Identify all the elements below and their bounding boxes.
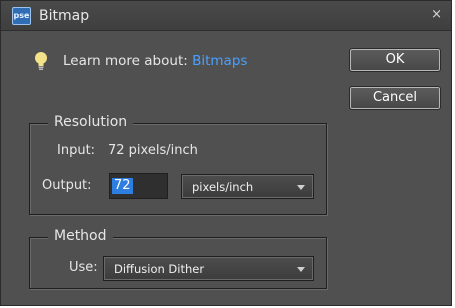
- learn-more-text: Learn more about: Bitmaps: [63, 53, 247, 69]
- method-selected-value: Diffusion Dither: [114, 262, 205, 276]
- output-resolution-value: 72: [112, 178, 133, 194]
- chevron-down-icon: [297, 267, 305, 272]
- chevron-down-icon: [297, 185, 305, 190]
- bitmaps-help-link[interactable]: Bitmaps: [192, 53, 247, 69]
- input-resolution-value: 72 pixels/inch: [108, 143, 198, 158]
- learn-more-label: Learn more about:: [63, 53, 188, 69]
- input-label: Input:: [57, 143, 96, 158]
- lightbulb-icon: [35, 52, 47, 70]
- output-label: Output:: [42, 178, 92, 193]
- resolution-group: Resolution: [29, 114, 327, 215]
- bitmap-dialog: pse Bitmap × Learn more about: Bitmaps O…: [0, 0, 452, 306]
- resolution-legend: Resolution: [48, 114, 134, 130]
- resolution-units-dropdown[interactable]: pixels/inch: [181, 174, 314, 199]
- cancel-button[interactable]: Cancel: [349, 86, 441, 110]
- app-icon: pse: [12, 7, 31, 25]
- output-resolution-field[interactable]: 72: [109, 173, 168, 199]
- title-bar[interactable]: pse Bitmap ×: [1, 1, 451, 31]
- use-label: Use:: [69, 260, 98, 275]
- close-icon[interactable]: ×: [431, 7, 442, 22]
- ok-button[interactable]: OK: [349, 48, 441, 72]
- units-selected-value: pixels/inch: [192, 180, 254, 194]
- method-dropdown[interactable]: Diffusion Dither: [103, 256, 314, 281]
- method-legend: Method: [48, 228, 113, 244]
- dialog-title: Bitmap: [39, 8, 90, 24]
